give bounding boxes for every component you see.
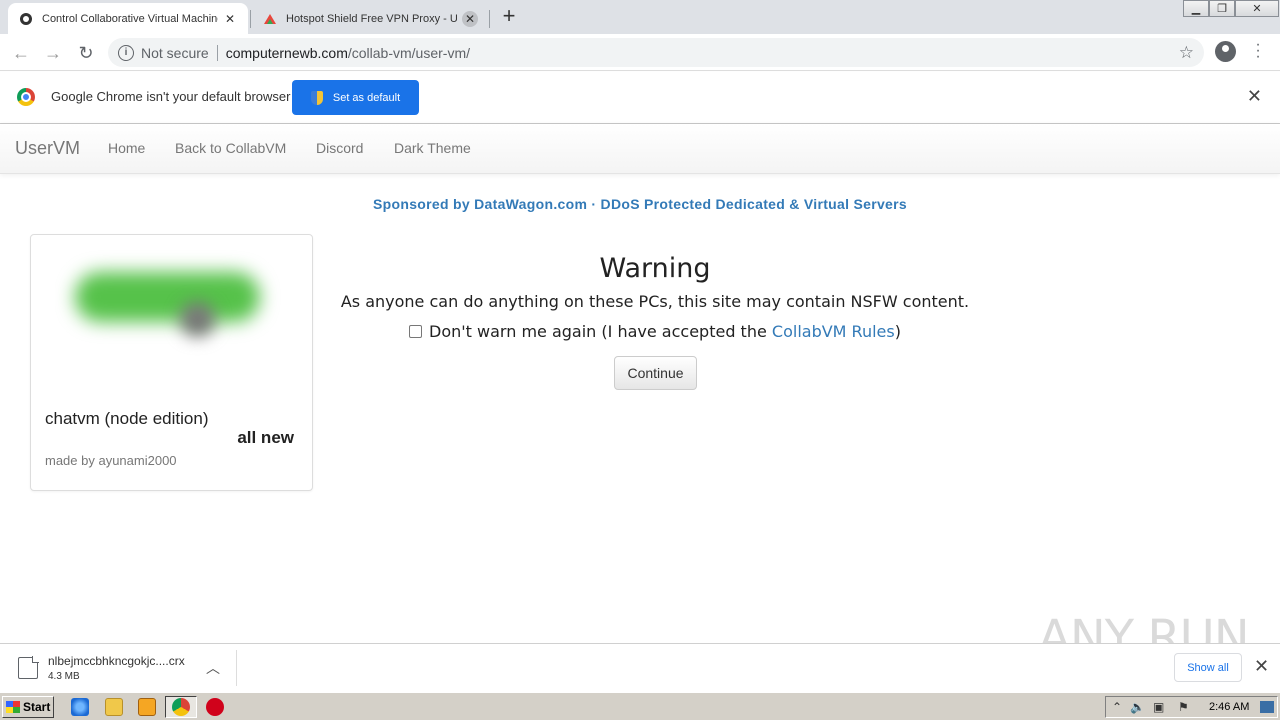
nav-link-home[interactable]: Home bbox=[108, 140, 145, 156]
vm-card[interactable]: chatvm (node edition) all new made by ay… bbox=[30, 234, 313, 491]
tab-title: Hotspot Shield Free VPN Proxy - Unli bbox=[286, 12, 458, 25]
minimize-button[interactable]: ▁ bbox=[1183, 0, 1209, 17]
url-path: /collab-vm/user-vm/ bbox=[347, 44, 471, 61]
address-bar[interactable]: i Not secure computernewb.com/collab-vm/… bbox=[108, 38, 1204, 67]
nav-link-dark-theme[interactable]: Dark Theme bbox=[394, 140, 471, 156]
dont-warn-label: Don't warn me again (I have accepted the bbox=[429, 322, 772, 341]
taskbar-clock[interactable]: 2:46 AM bbox=[1209, 701, 1249, 713]
security-label: Not secure bbox=[141, 44, 209, 61]
thumbnail-blur-shadow bbox=[180, 302, 215, 337]
download-shelf-close-icon[interactable]: ✕ bbox=[1254, 656, 1269, 677]
vm-badge: all new bbox=[237, 428, 294, 447]
network-icon[interactable]: ▣ bbox=[1153, 700, 1164, 714]
back-arrow-icon[interactable]: ← bbox=[10, 42, 32, 64]
windows-taskbar: Start ⌃ 🔈 ▣ ⚑ 2:46 AM bbox=[0, 692, 1280, 720]
windows-flag-icon bbox=[6, 701, 20, 713]
internet-explorer-icon[interactable] bbox=[71, 698, 89, 716]
tab-close-icon[interactable]: ✕ bbox=[222, 11, 238, 27]
new-tab-button[interactable]: + bbox=[498, 5, 520, 28]
warning-title: Warning bbox=[599, 253, 711, 284]
kebab-menu-icon[interactable]: · · · bbox=[1252, 37, 1264, 65]
download-shelf: nlbejmccbhkncgokjc....crx 4.3 MB ︿ Show … bbox=[0, 643, 1280, 692]
collabvm-rules-link[interactable]: CollabVM Rules bbox=[772, 322, 895, 341]
download-divider bbox=[236, 650, 237, 686]
chrome-logo-icon bbox=[17, 88, 35, 106]
chrome-taskbar-icon bbox=[172, 698, 190, 716]
thumbnail-blur bbox=[75, 272, 260, 322]
set-as-default-button[interactable]: Set as default bbox=[292, 80, 419, 115]
default-browser-infobar: Google Chrome isn't your default browser… bbox=[0, 72, 1280, 124]
browser-toolbar: ← → ↻ i Not secure computernewb.com/coll… bbox=[0, 34, 1280, 71]
show-desktop-icon[interactable] bbox=[1260, 701, 1274, 713]
dont-warn-row: Don't warn me again (I have accepted the… bbox=[330, 322, 980, 341]
hotspot-favicon-icon bbox=[262, 11, 278, 27]
vm-name: chatvm (node edition) bbox=[45, 409, 209, 428]
url-divider bbox=[216, 44, 218, 61]
continue-button[interactable]: Continue bbox=[614, 356, 697, 390]
file-icon bbox=[18, 656, 39, 679]
tab-close-icon[interactable]: ✕ bbox=[462, 10, 478, 27]
dont-warn-label-end: ) bbox=[894, 322, 901, 341]
nsfw-warning: Warning As anyone can do anything on the… bbox=[330, 253, 980, 341]
tab-separator bbox=[489, 10, 490, 28]
volume-icon[interactable]: 🔈 bbox=[1130, 700, 1145, 714]
start-button[interactable]: Start bbox=[2, 696, 54, 718]
action-center-flag-icon[interactable]: ⚑ bbox=[1178, 700, 1189, 714]
set-as-default-label: Set as default bbox=[332, 91, 401, 104]
reload-icon[interactable]: ↻ bbox=[75, 42, 97, 64]
download-file-name[interactable]: nlbejmccbhkncgokjc....crx bbox=[48, 654, 185, 668]
dont-warn-checkbox[interactable] bbox=[409, 325, 423, 338]
show-all-button[interactable]: Show all bbox=[1174, 653, 1242, 682]
sponsor-link[interactable]: Sponsored by DataWagon.com · DDoS Protec… bbox=[0, 196, 1280, 212]
info-icon[interactable]: i bbox=[118, 44, 134, 61]
folder-icon[interactable] bbox=[105, 698, 123, 716]
stop-icon[interactable] bbox=[206, 698, 224, 716]
profile-avatar-icon[interactable] bbox=[1215, 41, 1236, 62]
infobar-close-icon[interactable]: ✕ bbox=[1247, 86, 1262, 107]
tab-strip: Control Collaborative Virtual Machine ✕ … bbox=[0, 0, 1280, 34]
url-host: computernewb.com bbox=[225, 44, 348, 61]
site-navbar: UserVM Home Back to CollabVM Discord Dar… bbox=[0, 124, 1280, 174]
start-label: Start bbox=[23, 700, 51, 714]
nav-link-discord[interactable]: Discord bbox=[316, 140, 363, 156]
window-controls: ▁ ❐ ✕ bbox=[1183, 0, 1279, 18]
infobar-message: Google Chrome isn't your default browser bbox=[51, 89, 291, 104]
uac-shield-icon bbox=[310, 90, 323, 105]
vm-thumbnail[interactable] bbox=[55, 247, 285, 389]
media-player-icon[interactable] bbox=[138, 698, 156, 716]
tray-expand-icon[interactable]: ⌃ bbox=[1112, 700, 1122, 714]
download-file-size: 4.3 MB bbox=[48, 671, 80, 682]
bookmark-star-icon[interactable]: ☆ bbox=[1179, 43, 1194, 63]
restore-button[interactable]: ❐ bbox=[1209, 0, 1235, 17]
window-close-button[interactable]: ✕ bbox=[1235, 0, 1279, 17]
vm-author: made by ayunami2000 bbox=[45, 453, 177, 468]
tab-collabvm[interactable]: Control Collaborative Virtual Machine ✕ bbox=[8, 3, 248, 34]
forward-arrow-icon[interactable]: → bbox=[42, 42, 64, 64]
warning-message: As anyone can do anything on these PCs, … bbox=[340, 292, 970, 311]
nav-link-back-to-collabvm[interactable]: Back to CollabVM bbox=[175, 140, 286, 156]
tab-title: Control Collaborative Virtual Machine bbox=[42, 12, 218, 25]
site-brand[interactable]: UserVM bbox=[15, 138, 80, 159]
collabvm-favicon-icon bbox=[18, 11, 34, 27]
chevron-up-icon[interactable]: ︿ bbox=[206, 658, 220, 678]
tab-hotspot[interactable]: Hotspot Shield Free VPN Proxy - Unli ✕ bbox=[252, 3, 488, 34]
tab-separator bbox=[250, 10, 251, 28]
